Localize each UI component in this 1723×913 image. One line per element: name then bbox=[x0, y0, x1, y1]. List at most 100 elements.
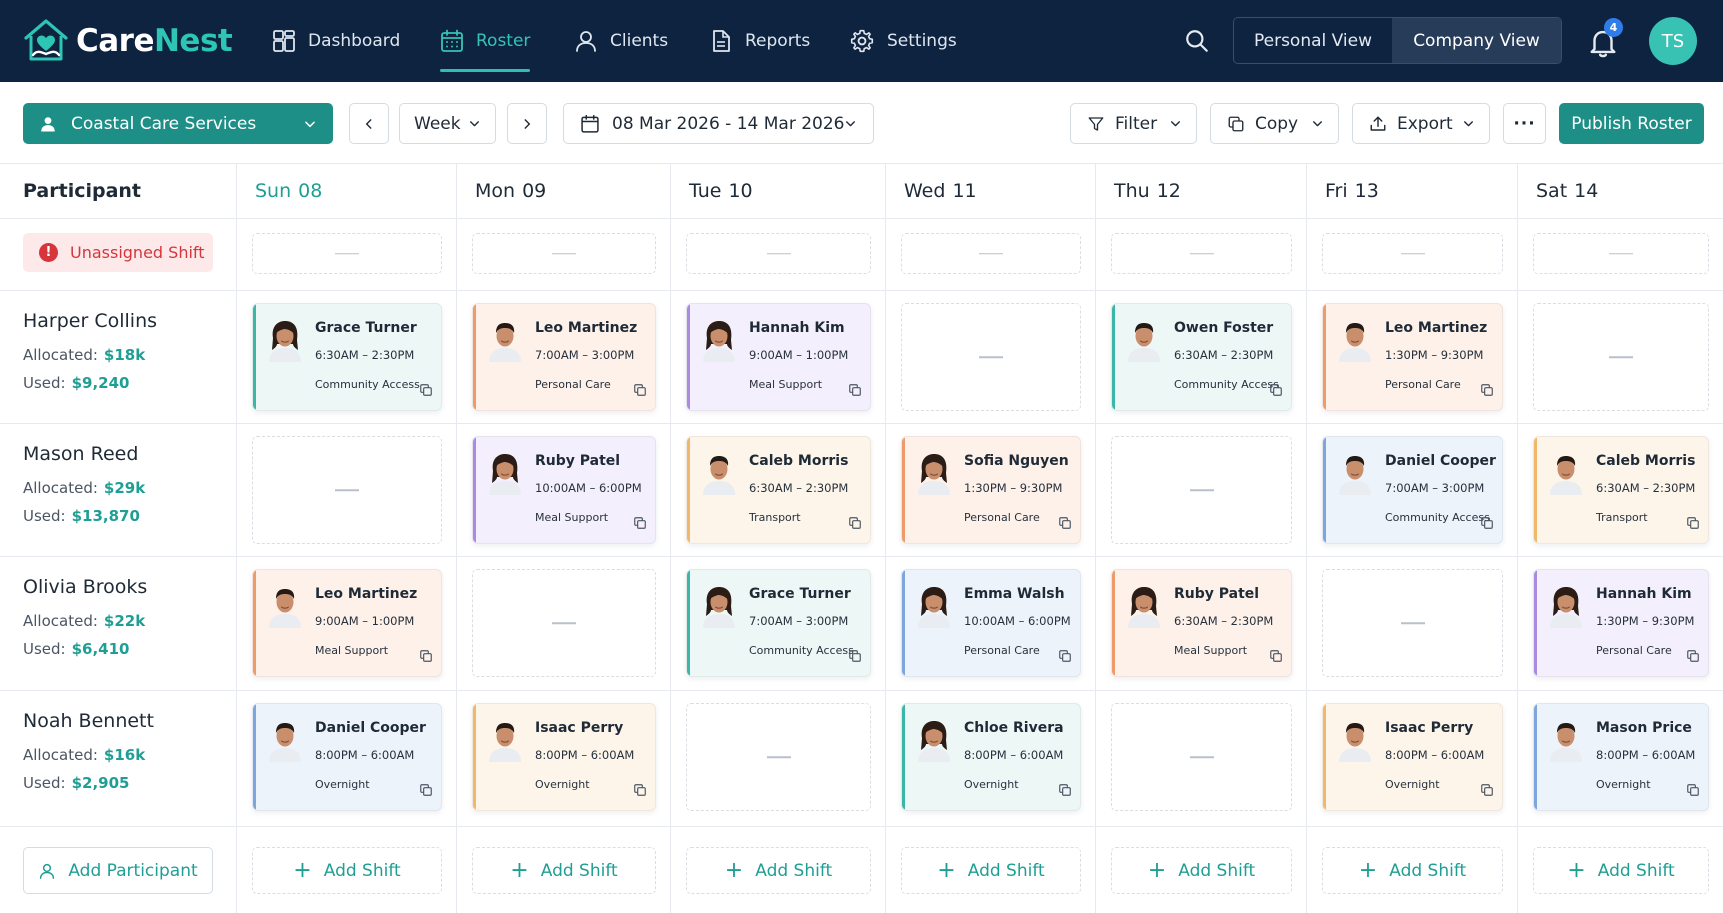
add-shift-button[interactable]: + Add Shift bbox=[901, 847, 1081, 894]
shift-card[interactable]: Ruby Patel 6:30AM – 2:30PM Meal Support bbox=[1111, 569, 1292, 677]
copy-icon[interactable] bbox=[1686, 649, 1700, 663]
previous-week-button[interactable] bbox=[349, 103, 389, 144]
carenest-logo[interactable]: CareNest bbox=[22, 14, 233, 68]
more-options-button[interactable]: ··· bbox=[1503, 103, 1546, 144]
search-button[interactable] bbox=[1180, 24, 1214, 58]
unassigned-slot[interactable] bbox=[252, 233, 442, 274]
nav-dashboard[interactable]: Dashboard bbox=[272, 0, 400, 82]
shift-time: 10:00AM – 6:00PM bbox=[964, 614, 1071, 628]
add-shift-button[interactable]: + Add Shift bbox=[686, 847, 871, 894]
participant-name[interactable]: Olivia Brooks bbox=[23, 576, 147, 598]
shift-card[interactable]: Mason Price 8:00PM – 6:00AM Overnight bbox=[1533, 703, 1709, 811]
shift-card[interactable]: Emma Walsh 10:00AM – 6:00PM Personal Care bbox=[901, 569, 1081, 677]
nav-roster[interactable]: Roster bbox=[440, 0, 531, 82]
shift-card[interactable]: Daniel Cooper 8:00PM – 6:00AM Overnight bbox=[252, 703, 442, 811]
next-week-button[interactable] bbox=[507, 103, 547, 144]
nav-clients[interactable]: Clients bbox=[574, 0, 668, 82]
empty-shift-slot[interactable] bbox=[472, 569, 656, 677]
empty-shift-slot[interactable] bbox=[1111, 436, 1292, 544]
unassigned-shift-label[interactable]: ! Unassigned Shift bbox=[23, 233, 213, 272]
shift-card[interactable]: Owen Foster 6:30AM – 2:30PM Community Acce… bbox=[1111, 303, 1292, 411]
copy-icon[interactable] bbox=[419, 649, 433, 663]
unassigned-slot[interactable] bbox=[1533, 233, 1709, 274]
shift-card[interactable]: Hannah Kim 1:30PM – 9:30PM Personal Care bbox=[1533, 569, 1709, 677]
unassigned-slot[interactable] bbox=[901, 233, 1081, 274]
empty-shift-slot[interactable] bbox=[1111, 703, 1292, 811]
filter-button[interactable]: Filter bbox=[1070, 103, 1197, 144]
shift-card[interactable]: Grace Turner 7:00AM – 3:00PM Community Acc… bbox=[686, 569, 871, 677]
copy-icon[interactable] bbox=[1058, 649, 1072, 663]
shift-card[interactable]: Isaac Perry 8:00PM – 6:00AM Overnight bbox=[472, 703, 656, 811]
copy-icon[interactable] bbox=[1269, 649, 1283, 663]
shift-card[interactable]: Chloe Rivera 8:00PM – 6:00AM Overnight bbox=[901, 703, 1081, 811]
shift-accent-bar bbox=[687, 304, 690, 410]
participant-name[interactable]: Noah Bennett bbox=[23, 710, 154, 732]
worker-avatar bbox=[918, 454, 950, 495]
user-avatar[interactable]: TS bbox=[1649, 17, 1697, 65]
copy-icon[interactable] bbox=[1480, 383, 1494, 397]
add-shift-button[interactable]: + Add Shift bbox=[1322, 847, 1503, 894]
shift-card[interactable]: Ruby Patel 10:00AM – 6:00PM Meal Support bbox=[472, 436, 656, 544]
date-range-picker[interactable]: 08 Mar 2026 - 14 Mar 2026 bbox=[563, 103, 874, 144]
publish-roster-button[interactable]: Publish Roster bbox=[1559, 103, 1704, 144]
copy-icon[interactable] bbox=[1058, 783, 1072, 797]
copy-icon[interactable] bbox=[1480, 516, 1494, 530]
shift-card[interactable]: Grace Turner 6:30AM – 2:30PM Community Acc… bbox=[252, 303, 442, 411]
add-shift-button[interactable]: + Add Shift bbox=[1111, 847, 1292, 894]
copy-icon[interactable] bbox=[1269, 383, 1283, 397]
participant-name[interactable]: Mason Reed bbox=[23, 443, 138, 465]
worker-avatar bbox=[1550, 587, 1582, 628]
allocated-label: Allocated: bbox=[23, 612, 98, 630]
add-shift-button[interactable]: + Add Shift bbox=[472, 847, 656, 894]
add-shift-button[interactable]: + Add Shift bbox=[1533, 847, 1709, 894]
shift-accent-bar bbox=[902, 570, 905, 676]
add-shift-label: Add Shift bbox=[323, 860, 401, 881]
personal-view-button[interactable]: Personal View bbox=[1234, 18, 1392, 63]
empty-shift-slot[interactable] bbox=[1533, 303, 1709, 411]
shift-card[interactable]: Leo Martinez 9:00AM – 1:00PM Meal Support bbox=[252, 569, 442, 677]
copy-icon[interactable] bbox=[848, 516, 862, 530]
shift-card[interactable]: Caleb Morris 6:30AM – 2:30PM Transport bbox=[686, 436, 871, 544]
shift-card[interactable]: Hannah Kim 9:00AM – 1:00PM Meal Support bbox=[686, 303, 871, 411]
copy-icon[interactable] bbox=[633, 383, 647, 397]
shift-card[interactable]: Daniel Cooper 7:00AM – 3:00PM Community Ac… bbox=[1322, 436, 1503, 544]
company-view-button[interactable]: Company View bbox=[1392, 18, 1561, 63]
export-button[interactable]: Export bbox=[1352, 103, 1490, 144]
shift-card[interactable]: Isaac Perry 8:00PM – 6:00AM Overnight bbox=[1322, 703, 1503, 811]
unassigned-slot[interactable] bbox=[472, 233, 656, 274]
add-shift-button[interactable]: + Add Shift bbox=[252, 847, 442, 894]
empty-shift-slot[interactable] bbox=[1322, 569, 1503, 677]
copy-icon[interactable] bbox=[1686, 516, 1700, 530]
copy-icon[interactable] bbox=[1058, 516, 1072, 530]
copy-button[interactable]: Copy bbox=[1210, 103, 1339, 144]
nav-settings[interactable]: Settings bbox=[849, 0, 957, 82]
copy-icon[interactable] bbox=[633, 783, 647, 797]
shift-card[interactable]: Leo Martinez 1:30PM – 9:30PM Personal Care bbox=[1322, 303, 1503, 411]
copy-icon[interactable] bbox=[633, 516, 647, 530]
unassigned-slot[interactable] bbox=[1322, 233, 1503, 274]
shift-card[interactable]: Leo Martinez 7:00AM – 3:00PM Personal Care bbox=[472, 303, 656, 411]
range-mode-select[interactable]: Week bbox=[399, 103, 496, 144]
unassigned-slot[interactable] bbox=[686, 233, 871, 274]
shift-time: 8:00PM – 6:00AM bbox=[535, 748, 635, 762]
copy-icon[interactable] bbox=[848, 383, 862, 397]
empty-shift-slot[interactable] bbox=[252, 436, 442, 544]
copy-icon[interactable] bbox=[1480, 783, 1494, 797]
participant-name[interactable]: Harper Collins bbox=[23, 310, 157, 332]
organization-select[interactable]: Coastal Care Services bbox=[23, 103, 333, 144]
copy-icon[interactable] bbox=[848, 649, 862, 663]
shift-card[interactable]: Sofia Nguyen 1:30PM – 9:30PM Personal Care bbox=[901, 436, 1081, 544]
copy-label: Copy bbox=[1255, 113, 1299, 134]
copy-icon[interactable] bbox=[419, 383, 433, 397]
add-participant-button[interactable]: Add Participant bbox=[23, 847, 213, 894]
nav-reports[interactable]: Reports bbox=[709, 0, 810, 82]
empty-shift-slot[interactable] bbox=[901, 303, 1081, 411]
copy-icon[interactable] bbox=[1686, 783, 1700, 797]
empty-shift-slot[interactable] bbox=[686, 703, 871, 811]
shift-card[interactable]: Caleb Morris 6:30AM – 2:30PM Transport bbox=[1533, 436, 1709, 544]
used-label: Used: bbox=[23, 374, 66, 392]
grid-column-divider bbox=[236, 163, 237, 913]
day-of-week: Sat bbox=[1536, 179, 1568, 202]
unassigned-slot[interactable] bbox=[1111, 233, 1292, 274]
copy-icon[interactable] bbox=[419, 783, 433, 797]
